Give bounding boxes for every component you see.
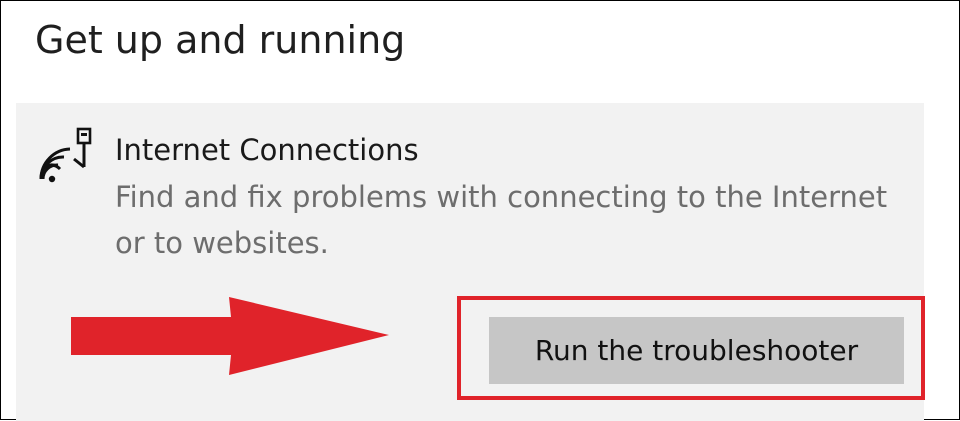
screenshot-frame: Get up and running Internet Connections … (0, 0, 960, 421)
red-arrow-icon (71, 297, 389, 375)
wifi-network-icon (39, 127, 92, 183)
section-title: Get up and running (35, 18, 406, 62)
run-troubleshooter-button[interactable]: Run the troubleshooter (489, 317, 904, 384)
troubleshooter-title: Internet Connections (115, 133, 419, 167)
troubleshooter-description: Find and fix problems with connecting to… (115, 180, 888, 260)
